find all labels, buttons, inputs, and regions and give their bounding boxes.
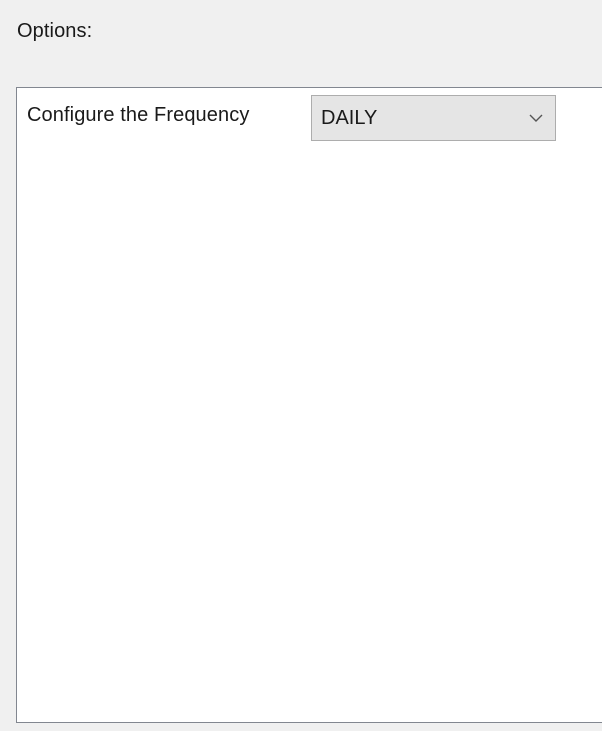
options-panel xyxy=(16,87,602,723)
chevron-down-icon xyxy=(529,114,543,122)
frequency-selected-value: DAILY xyxy=(321,107,378,129)
options-label: Options: xyxy=(17,20,93,42)
frequency-label: Configure the Frequency xyxy=(27,104,250,126)
frequency-dropdown[interactable]: DAILY xyxy=(311,95,556,141)
